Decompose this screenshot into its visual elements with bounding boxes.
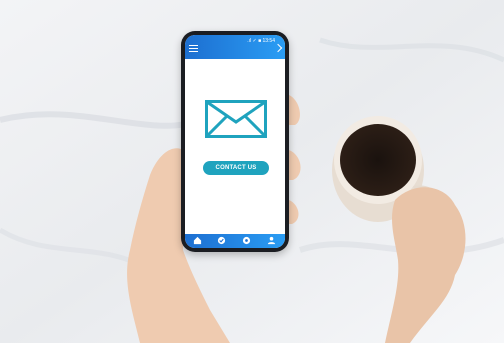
home-icon[interactable] — [193, 236, 202, 245]
user-icon[interactable] — [267, 236, 276, 245]
phone-screen: .ıl ✓ ■ 13:54 CONTACT US — [185, 35, 285, 248]
chevron-right-icon[interactable] — [273, 43, 283, 53]
smartphone: .ıl ✓ ■ 13:54 CONTACT US — [181, 31, 289, 252]
compass-icon[interactable] — [242, 236, 251, 245]
app-bottom-nav — [185, 234, 285, 248]
app-top-bar: .ıl ✓ ■ 13:54 — [185, 35, 285, 59]
envelope-icon — [205, 100, 267, 138]
check-icon[interactable] — [217, 236, 226, 245]
menu-icon[interactable] — [189, 45, 198, 52]
contact-us-button[interactable]: CONTACT US — [203, 161, 269, 175]
status-bar-text: .ıl ✓ ■ 13:54 — [247, 38, 275, 44]
